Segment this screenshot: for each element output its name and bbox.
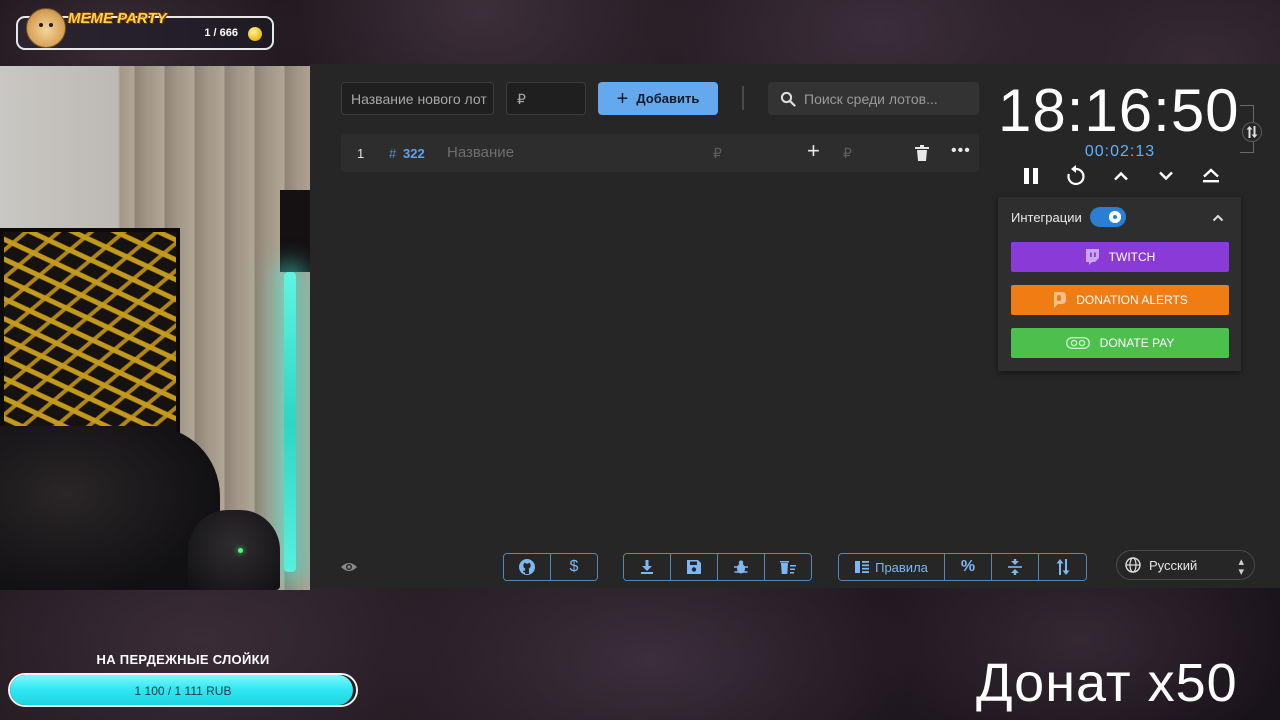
lot-index: 1 <box>357 146 365 161</box>
rules-icon <box>855 561 870 573</box>
merge-button[interactable] <box>992 554 1039 580</box>
donation-alerts-icon <box>1054 292 1067 308</box>
language-select[interactable]: Русский ▴ ▾ <box>1116 550 1255 580</box>
swap-timer-button[interactable] <box>1242 122 1262 142</box>
bug-report-button[interactable] <box>718 554 765 580</box>
clear-lots-button[interactable] <box>765 554 811 580</box>
integrations-panel: Интеграции TWITCH DONATION ALERTS DONATE… <box>998 197 1241 371</box>
chevron-up-bar-icon <box>1203 168 1220 183</box>
save-icon <box>687 560 701 574</box>
increase-time-button[interactable] <box>1103 162 1139 190</box>
lot-name-field[interactable]: Название <box>447 144 514 161</box>
meme-party-count: 1 / 666 <box>204 27 238 39</box>
more-options-button[interactable]: ••• <box>951 142 971 160</box>
dollar-icon: $ <box>569 558 579 575</box>
search-icon <box>780 91 796 107</box>
twitch-icon <box>1085 249 1099 265</box>
webcam-frame <box>280 190 310 272</box>
settings-group: Правила % <box>838 553 1087 581</box>
percent-button[interactable]: % <box>945 554 992 580</box>
timer-main: 18:16:50 <box>998 77 1240 144</box>
lot-search-input[interactable] <box>804 90 974 107</box>
compress-icon <box>1008 559 1022 575</box>
new-lot-name-input[interactable] <box>341 82 494 115</box>
new-lot-price-input[interactable] <box>506 82 586 115</box>
donate-dollar-button[interactable]: $ <box>551 554 597 580</box>
rules-label: Правила <box>875 559 928 575</box>
pause-icon <box>1023 168 1038 184</box>
lot-row: 1 # 322 Название ₽ + ₽ ••• <box>341 134 979 172</box>
lot-id[interactable]: 322 <box>403 146 425 161</box>
lot-search[interactable] <box>768 82 979 115</box>
webcam-led-strip <box>284 272 296 572</box>
chevron-updown-icon: ▴ ▾ <box>1238 556 1244 578</box>
delete-lot-button[interactable] <box>915 145 929 166</box>
meme-party-title: MEME PARTY <box>68 10 167 27</box>
webcam-feed <box>0 66 310 590</box>
timer-elapsed: 00:02:13 <box>1084 143 1156 160</box>
globe-icon <box>1125 557 1141 573</box>
bug-icon <box>734 560 748 574</box>
delete-list-icon <box>780 561 796 574</box>
coin-icon <box>248 27 262 41</box>
collapse-button[interactable] <box>1212 209 1224 227</box>
trash-icon <box>915 145 929 161</box>
eye-icon[interactable] <box>340 560 358 579</box>
pause-button[interactable] <box>1013 162 1049 190</box>
add-lot-label: Добавить <box>636 91 700 106</box>
timer-controls <box>1008 162 1234 190</box>
github-icon <box>519 559 535 575</box>
chevron-up-icon <box>1114 171 1128 181</box>
webcam-device <box>188 510 280 590</box>
download-button[interactable] <box>624 554 671 580</box>
plus-icon: + <box>616 87 629 110</box>
percent-icon: % <box>960 558 976 575</box>
github-button[interactable] <box>504 554 551 580</box>
decrease-time-button[interactable] <box>1148 162 1184 190</box>
goal-progress-text: 1 100 / 1 111 RUB <box>134 684 232 698</box>
links-group: $ <box>503 553 598 581</box>
donation-alerts-label: DONATION ALERTS <box>1076 293 1188 307</box>
webcam-chair <box>0 426 220 590</box>
twitch-label: TWITCH <box>1108 250 1156 264</box>
file-actions-group <box>623 553 812 581</box>
chevron-up-icon <box>1212 214 1224 222</box>
add-amount-button[interactable]: + <box>807 140 820 162</box>
integrations-title: Интеграции <box>1011 210 1082 225</box>
doge-avatar <box>26 8 66 48</box>
reset-button[interactable] <box>1058 162 1094 190</box>
twitch-button[interactable]: TWITCH <box>1011 242 1229 272</box>
add-amount-field[interactable]: ₽ <box>843 145 852 162</box>
toolbar-divider <box>742 86 744 110</box>
chevron-down-icon <box>1159 171 1174 181</box>
swap-icon <box>1246 126 1258 138</box>
sort-icon <box>1056 559 1069 575</box>
donate-pay-icon <box>1065 337 1090 349</box>
sort-button[interactable] <box>1039 554 1086 580</box>
donation-multiplier-text: Донат x50 <box>976 653 1238 713</box>
meme-party-widget: MEME PARTY 1 / 666 <box>16 8 274 50</box>
double-increase-button[interactable] <box>1193 162 1229 190</box>
download-icon <box>641 560 653 574</box>
donate-pay-button[interactable]: DONATE PAY <box>1011 328 1229 358</box>
add-lot-button[interactable]: + Добавить <box>598 82 718 115</box>
goal-title: НА ПЕРДЕЖНЫЕ СЛОЙКИ <box>96 652 270 667</box>
language-label: Русский <box>1149 557 1198 573</box>
goal-progress-bar: 1 100 / 1 111 RUB <box>8 673 358 707</box>
hash-icon: # <box>389 146 397 161</box>
reset-icon <box>1067 165 1085 186</box>
lot-amount-field[interactable]: ₽ <box>713 145 722 162</box>
save-button[interactable] <box>671 554 718 580</box>
donation-alerts-button[interactable]: DONATION ALERTS <box>1011 285 1229 315</box>
integrations-toggle[interactable] <box>1090 207 1126 227</box>
rules-button[interactable]: Правила <box>839 554 945 580</box>
donate-pay-label: DONATE PAY <box>1099 336 1175 350</box>
